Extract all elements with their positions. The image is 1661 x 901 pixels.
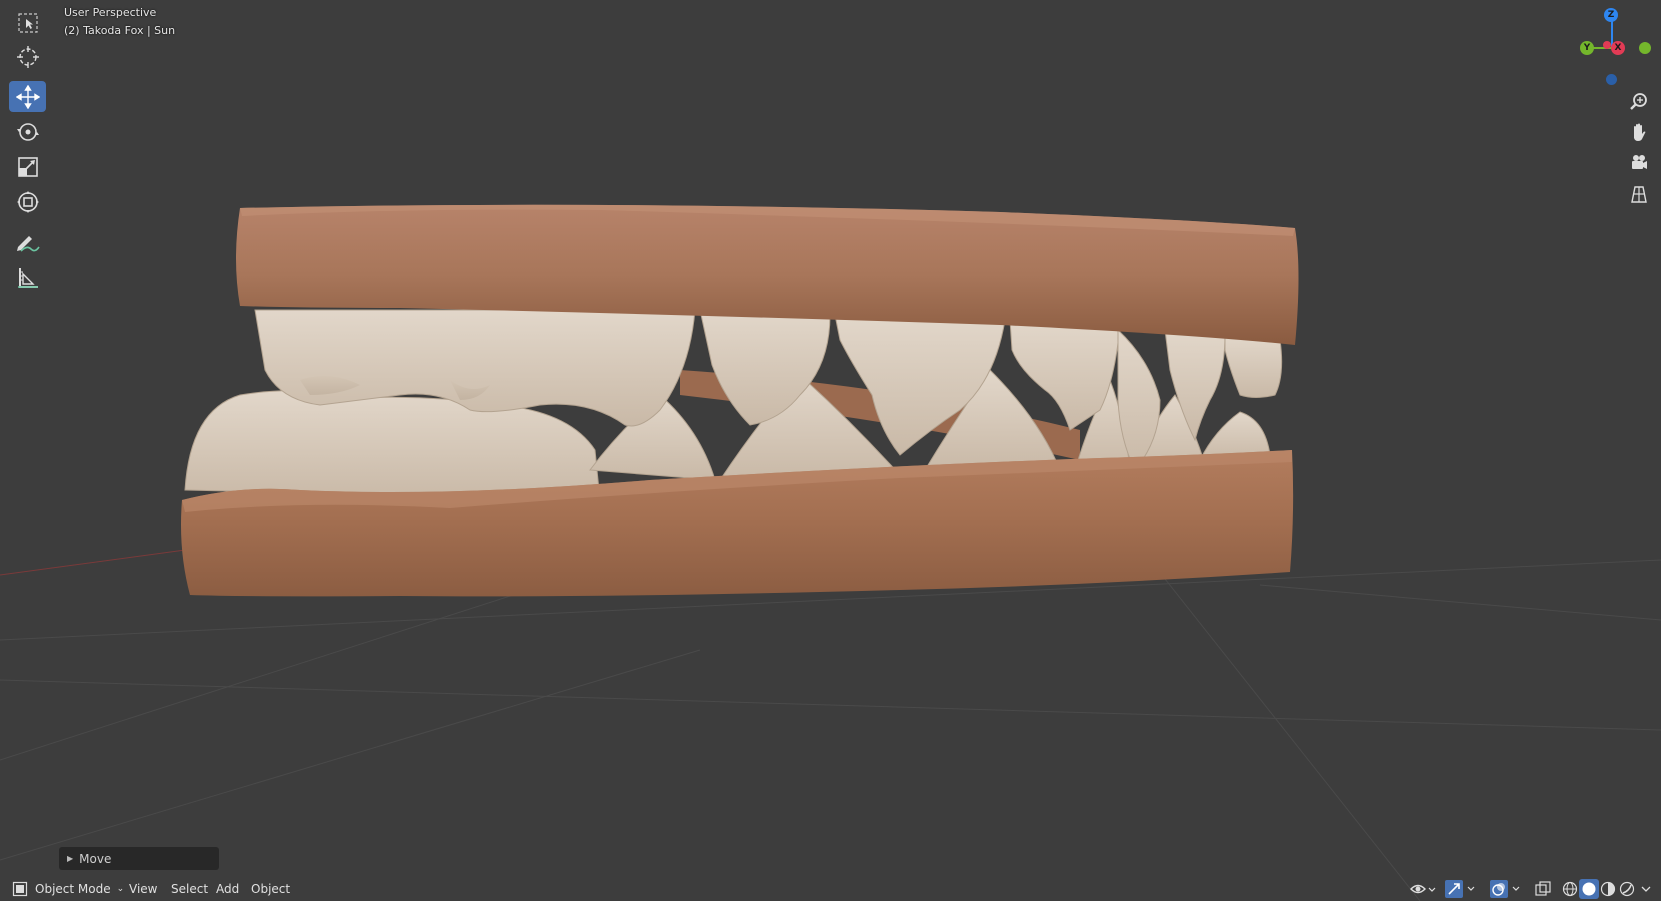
overlays-toggle[interactable]: [1489, 879, 1523, 899]
operator-panel-label: Move: [79, 851, 112, 866]
transform-icon: [16, 190, 39, 213]
menu-object[interactable]: Object: [246, 879, 295, 899]
move-tool[interactable]: [9, 81, 46, 112]
rendered-sphere-icon: [1619, 881, 1635, 897]
material-sphere-icon: [1600, 881, 1616, 897]
menu-add[interactable]: Add: [211, 879, 244, 899]
overlays-icon: [1490, 880, 1520, 898]
3d-viewport[interactable]: User Perspective (2) Takoda Fox | Sun Z …: [0, 0, 1661, 901]
gizmo-y-axis[interactable]: Y: [1580, 41, 1594, 55]
move-icon: [15, 84, 40, 109]
eye-icon: [1410, 884, 1436, 894]
shading-material[interactable]: [1598, 879, 1618, 899]
mode-selector[interactable]: Object Mode ⌄: [12, 879, 124, 899]
wireframe-sphere-icon: [1562, 881, 1578, 897]
object-mode-icon: [12, 881, 28, 897]
pan-button[interactable]: [1625, 118, 1653, 146]
annotate-icon: [16, 235, 40, 252]
solid-sphere-icon: [1582, 882, 1596, 896]
transform-tool[interactable]: [9, 186, 46, 217]
grid-icon: [1631, 186, 1647, 203]
menu-view[interactable]: View: [124, 879, 162, 899]
perspective-label: User Perspective: [64, 6, 157, 19]
select-box-tool[interactable]: [9, 7, 46, 38]
gizmo-x-axis[interactable]: X: [1611, 41, 1625, 55]
gizmo-toggle[interactable]: [1444, 879, 1478, 899]
annotate-tool[interactable]: [9, 227, 46, 258]
camera-button[interactable]: [1625, 149, 1653, 177]
mode-label: Object Mode: [35, 882, 111, 896]
object-label: (2) Takoda Fox | Sun: [64, 24, 176, 37]
cursor-tool[interactable]: [9, 41, 46, 72]
shading-wireframe[interactable]: [1560, 879, 1580, 899]
select-box-icon: [17, 12, 38, 33]
scale-tool[interactable]: [9, 151, 46, 182]
rotate-icon: [16, 122, 39, 141]
gizmo-z-axis[interactable]: Z: [1604, 8, 1618, 22]
gizmo-neg-y-axis[interactable]: [1639, 42, 1651, 54]
xray-icon: [1535, 881, 1551, 896]
operator-panel-move[interactable]: ▶ Move: [59, 847, 219, 870]
measure-icon: [17, 267, 38, 288]
shading-rendered[interactable]: [1617, 879, 1637, 899]
gizmo-center: [1603, 41, 1611, 49]
chevron-down-icon: [1641, 886, 1651, 892]
scene-render: [0, 204, 1661, 901]
camera-icon: [1632, 155, 1647, 169]
zoom-icon: [1630, 93, 1647, 110]
rotate-tool[interactable]: [9, 116, 46, 147]
xray-toggle[interactable]: [1532, 879, 1554, 899]
scale-icon: [17, 156, 38, 177]
gizmo-neg-z-axis[interactable]: [1606, 74, 1617, 85]
gizmo-toggle-icon: [1445, 880, 1475, 898]
shading-options-dropdown[interactable]: [1637, 879, 1655, 899]
visibility-dropdown[interactable]: [1408, 879, 1438, 899]
hand-icon: [1634, 123, 1646, 141]
measure-tool[interactable]: [9, 262, 46, 293]
shading-solid[interactable]: [1579, 879, 1599, 899]
expand-triangle-icon: ▶: [67, 854, 74, 863]
ortho-toggle-button[interactable]: [1625, 180, 1653, 208]
cursor-icon: [16, 45, 39, 68]
menu-select[interactable]: Select: [166, 879, 213, 899]
zoom-button[interactable]: [1625, 88, 1653, 116]
chevron-down-icon: ⌄: [116, 884, 125, 894]
